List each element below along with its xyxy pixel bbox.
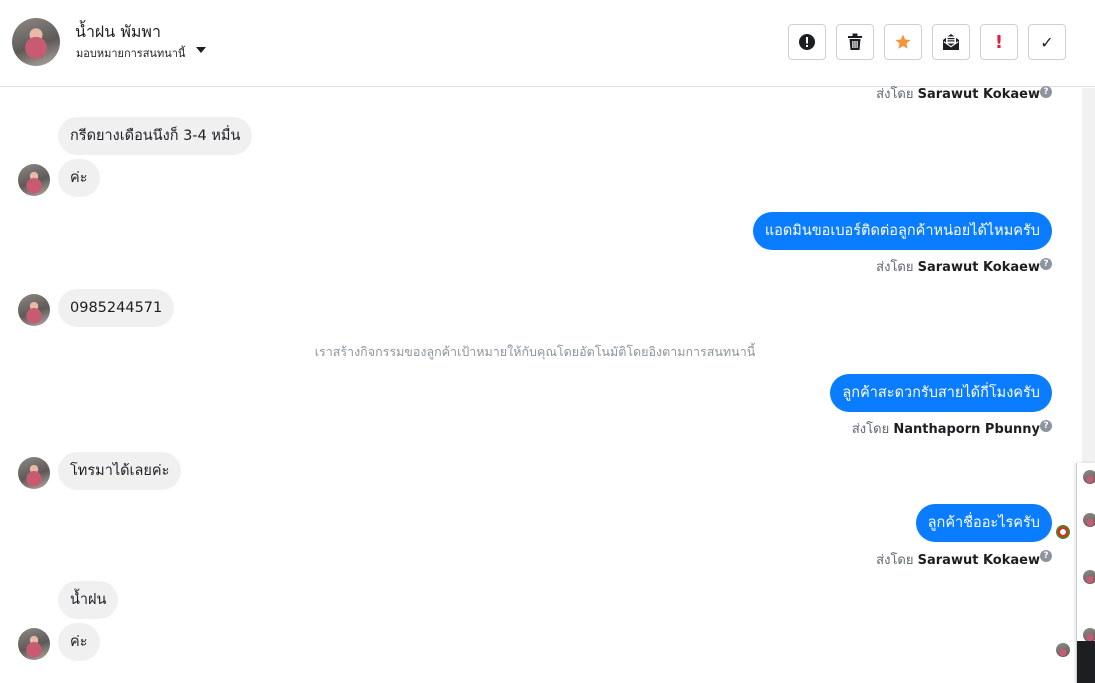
contact-avatar-small (18, 457, 50, 489)
sent-by-prefix: ส่งโดย (851, 422, 890, 437)
incoming-message[interactable]: 0985244571 (58, 289, 175, 327)
system-note: เราสร้างกิจกรรมของลูกค้าเป้าหมายให้กับคุ… (314, 344, 756, 359)
incoming-message[interactable]: โทรมาได้เลยค่ะ (58, 452, 182, 490)
incoming-message[interactable]: ค่ะ (58, 623, 100, 661)
seen-avatar (1056, 643, 1070, 657)
sent-by-prefix: ส่งโดย (876, 260, 914, 275)
star-button[interactable] (884, 24, 922, 60)
scrollbar[interactable] (1082, 88, 1095, 463)
sender-name: Sarawut Kokaew (917, 553, 1040, 568)
sent-by-prefix: ส่งโดย (876, 87, 914, 102)
seen-reaction-icon (1056, 525, 1070, 539)
contact-avatar[interactable] (12, 18, 60, 66)
mini-avatar[interactable] (1083, 628, 1095, 642)
outgoing-message[interactable]: ลูกค้าสะดวกรับสายได้กี่โมงครับ (830, 374, 1052, 412)
mark-unread-button[interactable] (932, 24, 970, 60)
sent-by-label: ส่งโดย Sarawut Kokaew (876, 83, 1040, 104)
conversation-header: น้ำฝน พัมพา มอบหมายการสนทนานี้ ! ✓ (0, 0, 1095, 87)
sender-name: Sarawut Kokaew (917, 260, 1040, 275)
mini-avatar[interactable] (1083, 513, 1095, 527)
info-icon[interactable]: ? (1040, 420, 1052, 432)
envelope-open-icon (943, 34, 959, 50)
incoming-message[interactable]: ค่ะ (58, 159, 100, 197)
incoming-message[interactable]: น้ำฝน (58, 581, 119, 619)
delete-button[interactable] (836, 24, 874, 60)
incoming-message[interactable]: กรีดยางเดือนนึงก็ 3-4 หมื่น (58, 117, 253, 155)
trash-icon (848, 33, 862, 50)
info-icon[interactable]: ? (1040, 86, 1052, 98)
contact-avatar-small (18, 294, 50, 326)
alert-circle-icon (799, 34, 815, 50)
sent-by-label: ส่งโดย Sarawut Kokaew (876, 549, 1040, 570)
done-button[interactable]: ✓ (1028, 24, 1066, 60)
mini-avatar[interactable] (1083, 570, 1095, 584)
assign-conversation-label[interactable]: มอบหมายการสนทนานี้ (76, 44, 185, 62)
priority-button[interactable]: ! (980, 24, 1018, 60)
chat-launcher-tab[interactable] (1077, 641, 1095, 683)
chevron-down-icon[interactable] (196, 47, 206, 53)
outgoing-message[interactable]: แอดมินขอเบอร์ติดต่อลูกค้าหน่อยได้ไหมครับ (752, 212, 1052, 250)
contact-avatar-small (18, 164, 50, 196)
spam-button[interactable] (788, 24, 826, 60)
mini-avatar[interactable] (1083, 470, 1095, 484)
sent-by-label: ส่งโดย Nanthaporn Pbunny (852, 418, 1040, 439)
sent-by-label: ส่งโดย Sarawut Kokaew (876, 256, 1040, 277)
star-icon (895, 34, 911, 49)
outgoing-message[interactable]: ลูกค้าชื่ออะไรครับ (915, 504, 1052, 542)
sender-name: Sarawut Kokaew (917, 87, 1040, 102)
info-icon[interactable]: ? (1040, 550, 1052, 562)
sender-name: Nanthaporn Pbunny (893, 422, 1040, 437)
contact-avatar-small (18, 628, 50, 660)
contact-name[interactable]: น้ำฝน พัมพา (75, 20, 161, 45)
sent-by-prefix: ส่งโดย (876, 553, 914, 568)
check-icon: ✓ (1040, 32, 1054, 52)
info-icon[interactable]: ? (1040, 258, 1052, 270)
message-thread[interactable]: ส่งโดย Sarawut Kokaew ? กรีดยางเดือนนึงก… (0, 86, 1082, 683)
exclamation-icon: ! (994, 31, 1004, 53)
